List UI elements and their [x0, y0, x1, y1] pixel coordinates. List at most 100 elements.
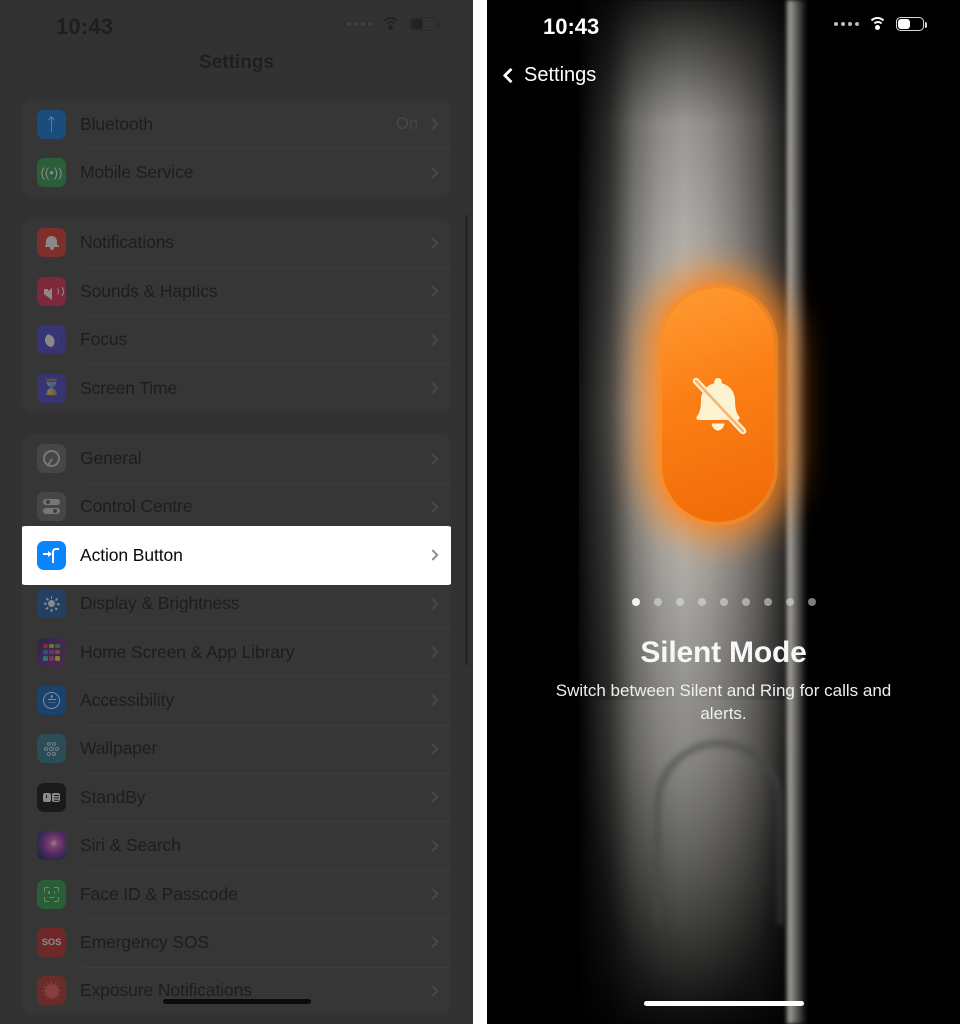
settings-row-display-brightness[interactable]: Display & Brightness [22, 579, 451, 628]
settings-row-siri-search[interactable]: Siri & Search [22, 821, 451, 869]
signal-dots-icon [347, 22, 372, 26]
settings-row-focus[interactable]: Focus [22, 315, 451, 364]
chevron-right-icon [427, 598, 439, 610]
chevron-left-icon [502, 67, 519, 84]
signal-dots-icon [834, 22, 859, 26]
settings-row-sounds-haptics[interactable]: Sounds & Haptics [22, 267, 451, 315]
back-button[interactable]: Settings [502, 64, 597, 87]
row-label: Action Button [80, 544, 183, 565]
settings-row-wallpaper[interactable]: Wallpaper [22, 724, 451, 773]
status-bar-time: 10:43 [56, 14, 114, 39]
chevron-right-icon [427, 839, 439, 852]
settings-row-control-centre[interactable]: Control Centre [22, 482, 451, 531]
settings-group-connectivity: ᛏ Bluetooth On ((•)) Mobile Service [22, 100, 451, 197]
screen-time-icon: ⌛ [37, 373, 66, 403]
settings-list-panel: 10:43 Settings ᛏ Bluetooth On ((•)) Mobi [0, 0, 473, 1024]
bluetooth-icon: ᛏ [37, 109, 66, 139]
notifications-icon [37, 228, 66, 258]
page-dots[interactable] [487, 598, 960, 606]
wifi-icon [868, 17, 887, 31]
settings-row-exposure-notifications[interactable]: Exposure Notifications [22, 966, 451, 1015]
chevron-right-icon [427, 694, 439, 707]
status-bar-indicators [834, 17, 927, 31]
settings-row-face-id[interactable]: Face ID & Passcode [22, 869, 451, 918]
mobile-service-icon: ((•)) [37, 158, 66, 188]
chevron-right-icon [427, 549, 439, 561]
action-button-icon [37, 540, 66, 570]
action-button-detail-panel: 10:43 Settings Silent Mode Switch betwee… [487, 0, 960, 1024]
chevron-right-icon [427, 285, 439, 298]
chevron-right-icon [427, 743, 439, 755]
battery-icon [409, 17, 440, 31]
row-label: Display & Brightness [80, 593, 240, 614]
settings-row-bluetooth[interactable]: ᛏ Bluetooth On [22, 100, 451, 148]
emergency-sos-icon: SOS [37, 927, 66, 957]
settings-group-system: General Control Centre Action Button Dis… [22, 434, 451, 1016]
face-id-icon [37, 879, 66, 909]
home-screen-icon [37, 637, 66, 667]
chevron-right-icon [427, 501, 439, 513]
settings-row-screen-time[interactable]: ⌛ Screen Time [22, 363, 451, 412]
settings-row-home-screen[interactable]: Home Screen & App Library [22, 627, 451, 676]
chevron-right-icon [427, 118, 439, 130]
page-dot[interactable] [697, 598, 706, 606]
exposure-notifications-icon [37, 976, 66, 1006]
control-centre-icon [37, 492, 66, 522]
chevron-right-icon [427, 166, 439, 179]
chevron-right-icon [427, 646, 439, 658]
settings-row-notifications[interactable]: Notifications [22, 219, 451, 267]
display-brightness-icon [37, 589, 66, 619]
row-label: Emergency SOS [80, 931, 210, 952]
chevron-right-icon [427, 237, 439, 249]
bottom-arch-shape [654, 740, 784, 925]
standby-icon [37, 782, 66, 812]
page-dot[interactable] [763, 598, 772, 606]
page-dot[interactable] [785, 598, 794, 606]
row-label: Face ID & Passcode [80, 883, 238, 904]
page-dot[interactable] [631, 598, 640, 606]
chevron-right-icon [427, 452, 439, 465]
left-status-bar: 10:43 [0, 0, 473, 52]
action-button-graphic[interactable] [662, 288, 774, 522]
row-label: Mobile Service [80, 162, 194, 183]
settings-row-action-button[interactable]: Action Button [22, 531, 451, 580]
chevron-right-icon [427, 985, 439, 997]
sounds-haptics-icon [37, 276, 66, 306]
settings-group-alerts: Notifications Sounds & Haptics Focus ⌛ S… [22, 218, 451, 413]
page-dot[interactable] [653, 598, 662, 606]
row-label: Focus [80, 329, 128, 350]
bell-slash-icon [692, 377, 747, 435]
focus-icon [37, 325, 66, 355]
page-dot[interactable] [675, 598, 684, 606]
row-label: Bluetooth [80, 113, 154, 134]
settings-row-general[interactable]: General [22, 434, 451, 482]
settings-scroll-area[interactable]: ᛏ Bluetooth On ((•)) Mobile Service Noti… [0, 100, 473, 1024]
chevron-right-icon [427, 936, 439, 949]
home-indicator [643, 1001, 804, 1006]
accessibility-icon [37, 685, 66, 715]
row-label: Notifications [80, 232, 175, 253]
back-button-label: Settings [524, 64, 597, 86]
page-dot[interactable] [719, 598, 728, 606]
status-bar-time: 10:43 [543, 14, 600, 39]
page-dot[interactable] [807, 598, 816, 606]
scrollbar[interactable] [464, 215, 468, 665]
row-label: StandBy [80, 786, 146, 807]
row-label: Accessibility [80, 689, 175, 710]
settings-row-standby[interactable]: StandBy [22, 773, 451, 821]
row-label: Control Centre [80, 496, 193, 517]
row-label: Home Screen & App Library [80, 641, 295, 662]
screenshot-stage: 10:43 Settings ᛏ Bluetooth On ((•)) Mobi [0, 0, 960, 1024]
settings-row-emergency-sos[interactable]: SOS Emergency SOS [22, 918, 451, 966]
settings-row-mobile-service[interactable]: ((•)) Mobile Service [22, 148, 451, 196]
settings-row-accessibility[interactable]: Accessibility [22, 676, 451, 724]
row-label: Siri & Search [80, 835, 181, 856]
page-title: Settings [199, 52, 274, 73]
wallpaper-icon [37, 734, 66, 764]
row-value: On [395, 114, 418, 133]
page-dot[interactable] [741, 598, 750, 606]
chevron-right-icon [427, 382, 439, 394]
wifi-icon [381, 17, 400, 31]
chevron-right-icon [427, 791, 439, 803]
general-icon [37, 444, 66, 474]
